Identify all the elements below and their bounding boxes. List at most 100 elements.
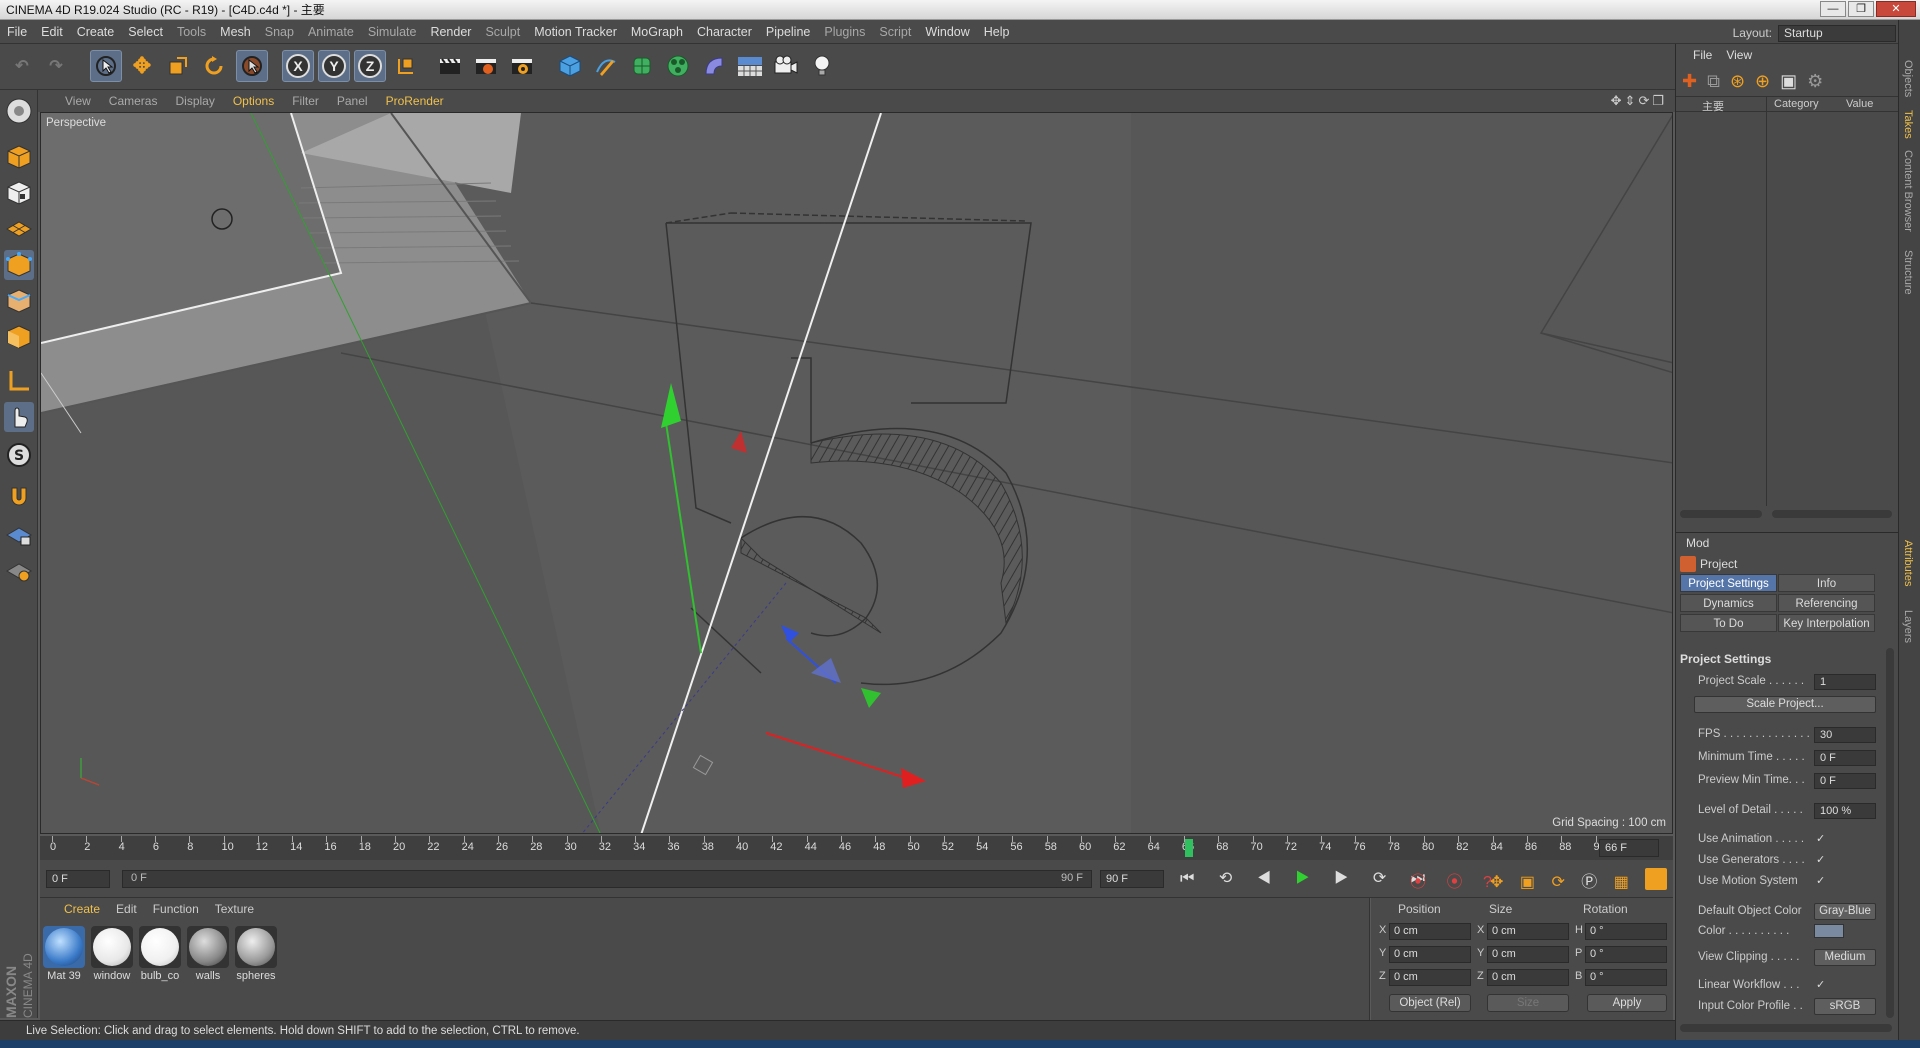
size-mode-select[interactable]: Size — [1487, 994, 1569, 1012]
apply-button[interactable]: Apply — [1587, 994, 1667, 1012]
pos-z-field[interactable]: 0 cm — [1389, 969, 1471, 986]
project-scale-field[interactable]: 1 — [1814, 674, 1876, 690]
last-tool-icon[interactable] — [236, 50, 268, 82]
menu-window[interactable]: Window — [918, 20, 976, 44]
lock-workplane-icon[interactable] — [4, 520, 34, 550]
live-selection-icon[interactable] — [90, 50, 122, 82]
playhead[interactable] — [1185, 839, 1193, 857]
size-y-field[interactable]: 0 cm — [1487, 946, 1569, 963]
attributes-mode-menu[interactable]: Mod — [1686, 536, 1709, 550]
material-item[interactable]: spheres — [234, 926, 278, 986]
material-menu-create[interactable]: Create — [56, 902, 108, 916]
go-to-start-icon[interactable]: ⏮ — [1180, 870, 1204, 887]
subdivision-surface-icon[interactable] — [626, 50, 658, 82]
default-color-select[interactable]: Gray-Blue — [1814, 903, 1876, 920]
key-scale-icon[interactable]: ▣ — [1520, 874, 1541, 891]
next-key-icon[interactable]: ⟳ — [1373, 870, 1396, 887]
pen-spline-icon[interactable] — [590, 50, 622, 82]
autokey-icon[interactable]: ⦿ — [1446, 874, 1470, 891]
menu-help[interactable]: Help — [977, 20, 1017, 44]
points-mode-icon[interactable] — [4, 250, 34, 280]
side-tab-content-browser[interactable]: Content Browser — [1902, 150, 1914, 232]
menu-script[interactable]: Script — [872, 20, 918, 44]
next-frame-icon[interactable]: ▶ — [1334, 870, 1358, 887]
take-add-icon[interactable]: ✚ — [1682, 71, 1697, 92]
menu-simulate[interactable]: Simulate — [361, 20, 424, 44]
material-item[interactable]: walls — [186, 926, 230, 986]
cube-icon[interactable] — [554, 50, 586, 82]
takes-scrollbar-left[interactable] — [1680, 510, 1762, 518]
input-profile-select[interactable]: sRGB — [1814, 998, 1876, 1015]
model-mode-icon[interactable] — [4, 142, 34, 172]
make-editable-icon[interactable] — [4, 96, 34, 126]
takes-scrollbar-right[interactable] — [1772, 510, 1892, 518]
menu-animate[interactable]: Animate — [301, 20, 361, 44]
material-menu-function[interactable]: Function — [145, 902, 207, 916]
light-icon[interactable] — [806, 50, 838, 82]
side-tab-layers[interactable]: Layers — [1902, 610, 1914, 643]
end-frame-field[interactable]: 90 F — [1100, 870, 1164, 888]
edges-mode-icon[interactable] — [4, 286, 34, 316]
coordinate-system-icon[interactable] — [390, 50, 422, 82]
objects-menu-file[interactable]: File — [1686, 48, 1719, 62]
deformer-icon[interactable] — [698, 50, 730, 82]
key-parameter-icon[interactable]: Ⓟ — [1581, 874, 1603, 891]
pos-x-field[interactable]: 0 cm — [1389, 923, 1471, 940]
material-item[interactable]: Mat 39 — [42, 926, 86, 986]
timeline-ruler[interactable]: 0 2 4 6 8 10 12 14 16 18 20 22 24 26 28 30 32 34 36 38 40 42 4… — [40, 836, 1673, 860]
preview-min-field[interactable]: 0 F — [1814, 773, 1876, 789]
take-clone-icon[interactable]: ⧉ — [1707, 71, 1720, 92]
menu-select[interactable]: Select — [121, 20, 170, 44]
menu-edit[interactable]: Edit — [34, 20, 70, 44]
tab-key-interpolation[interactable]: Key Interpolation — [1778, 614, 1875, 632]
play-icon[interactable]: ▶ — [1295, 870, 1319, 887]
material-menu-texture[interactable]: Texture — [207, 902, 262, 916]
render-picture-viewer-icon[interactable] — [470, 50, 502, 82]
menu-snap[interactable]: Snap — [258, 20, 301, 44]
key-position-icon[interactable]: ✥ — [1490, 874, 1509, 891]
start-frame-field[interactable]: 0 F — [46, 870, 110, 888]
size-x-field[interactable]: 0 cm — [1487, 923, 1569, 940]
side-tab-structure[interactable]: Structure — [1902, 250, 1914, 295]
tab-to-do[interactable]: To Do — [1680, 614, 1777, 632]
viewport-nav-icons[interactable]: ✥⇕⟳❐ — [1611, 93, 1667, 109]
menu-plugins[interactable]: Plugins — [817, 20, 872, 44]
floor-icon[interactable] — [734, 50, 766, 82]
menu-pipeline[interactable]: Pipeline — [759, 20, 817, 44]
y-axis-lock-icon[interactable]: Y — [318, 50, 350, 82]
planar-workplane-icon[interactable] — [4, 556, 34, 586]
tab-info[interactable]: Info — [1778, 574, 1875, 592]
attributes-scrollbar[interactable] — [1886, 648, 1894, 1018]
take-override-icon[interactable]: ⊛ — [1730, 71, 1745, 92]
main-take[interactable]: 主要 — [1702, 98, 1724, 114]
undo-icon[interactable]: ↶ — [6, 50, 38, 82]
rot-b-field[interactable]: 0 ° — [1585, 969, 1667, 986]
color-swatch[interactable] — [1814, 924, 1844, 938]
viewport-menu-view[interactable]: View — [56, 94, 100, 108]
tab-referencing[interactable]: Referencing — [1778, 594, 1875, 612]
tab-project-settings[interactable]: Project Settings — [1680, 574, 1777, 592]
texture-mode-icon[interactable] — [4, 178, 34, 208]
side-tab-attributes[interactable]: Attributes — [1902, 540, 1914, 586]
timeline-window-icon[interactable] — [1645, 868, 1667, 890]
x-axis-lock-icon[interactable]: X — [282, 50, 314, 82]
camera-icon[interactable] — [770, 50, 802, 82]
viewport-menu-filter[interactable]: Filter — [283, 94, 328, 108]
side-tab-takes[interactable]: Takes — [1902, 110, 1914, 139]
redo-icon[interactable]: ↷ — [40, 50, 72, 82]
record-icon[interactable]: ⦿ — [1410, 874, 1434, 891]
coordinate-mode-select[interactable]: Object (Rel) — [1389, 994, 1471, 1012]
menu-file[interactable]: File — [0, 20, 34, 44]
viewport-menu-options[interactable]: Options — [224, 94, 283, 108]
menu-motion-tracker[interactable]: Motion Tracker — [527, 20, 624, 44]
move-icon[interactable]: ✥ — [126, 50, 158, 82]
rotate-icon[interactable] — [198, 50, 230, 82]
layout-select[interactable]: Startup — [1778, 24, 1896, 42]
render-view-icon[interactable] — [434, 50, 466, 82]
tab-dynamics[interactable]: Dynamics — [1680, 594, 1777, 612]
render-settings-icon[interactable] — [506, 50, 538, 82]
take-camera-icon[interactable]: ▣ — [1780, 71, 1797, 92]
use-motion-checkbox[interactable]: ✓ — [1816, 875, 1828, 887]
magnet-icon[interactable] — [4, 482, 34, 512]
scale-icon[interactable] — [162, 50, 194, 82]
